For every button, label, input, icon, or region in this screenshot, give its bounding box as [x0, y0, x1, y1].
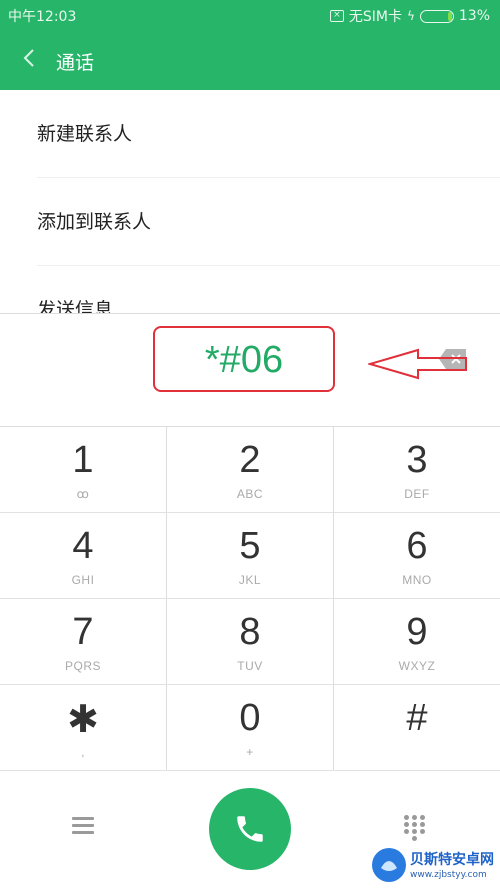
- key-digit: 0: [239, 697, 261, 739]
- charging-icon: ϟ: [406, 9, 415, 23]
- key-letters: DEF: [404, 487, 430, 501]
- key-5[interactable]: 5 JKL: [167, 513, 334, 598]
- contact-actions-list: 新建联系人 添加到联系人 发送信息: [0, 90, 500, 314]
- dial-display: *#06: [0, 313, 500, 426]
- watermark: 贝斯特安卓网 www.zjbstyy.com: [372, 848, 500, 886]
- key-digit: ✱: [67, 699, 99, 741]
- chevron-left-icon[interactable]: [22, 48, 36, 68]
- key-digit: 9: [406, 611, 428, 653]
- hamburger-menu-icon[interactable]: [72, 817, 94, 835]
- key-letters: JKL: [238, 573, 262, 587]
- keypad-row: 4 GHI 5 JKL 6 MNO: [0, 513, 500, 599]
- phone-icon: [237, 816, 263, 842]
- key-hash[interactable]: #: [334, 685, 500, 770]
- title-row: 通话: [0, 38, 500, 82]
- app-header: 中午12:03 × 无SIM卡 ϟ 13% 通话: [0, 0, 500, 90]
- key-digit: 7: [72, 611, 94, 653]
- key-letters: ABC: [236, 487, 264, 501]
- key-6[interactable]: 6 MNO: [334, 513, 500, 598]
- key-letters: TUV: [237, 659, 263, 673]
- call-button[interactable]: [209, 788, 291, 870]
- keypad-row: 7 PQRS 8 TUV 9 WXYZ: [0, 599, 500, 685]
- key-letters: MNO: [402, 573, 432, 587]
- key-letters: +: [246, 745, 254, 759]
- key-4[interactable]: 4 GHI: [0, 513, 167, 598]
- keypad-row: ✱ , 0 + #: [0, 685, 500, 771]
- page-title: 通话: [56, 52, 95, 74]
- dial-keypad: 1 ꝏ 2 ABC 3 DEF 4 GHI 5 JKL 6 MNO 7 PQRS: [0, 426, 500, 771]
- key-letters: WXYZ: [398, 659, 436, 673]
- key-1[interactable]: 1 ꝏ: [0, 427, 167, 512]
- key-letters: PQRS: [64, 659, 101, 673]
- watermark-name: 贝斯特安卓网: [410, 852, 494, 868]
- watermark-url: www.zjbstyy.com: [410, 870, 487, 880]
- key-digit: 6: [406, 525, 428, 567]
- shell-logo-icon: [372, 848, 406, 882]
- menu-item-add-to-contact[interactable]: 添加到联系人: [37, 178, 500, 266]
- key-digit: 1: [72, 439, 94, 481]
- annotation-arrow-icon: [368, 348, 467, 380]
- menu-item-send-message[interactable]: 发送信息: [37, 266, 500, 314]
- battery-icon: [419, 9, 454, 23]
- no-sim-icon: ×: [329, 10, 344, 22]
- battery-percent: 13%: [458, 8, 490, 24]
- key-digit: 3: [406, 439, 428, 481]
- status-bar: 中午12:03 × 无SIM卡 ϟ 13%: [0, 0, 500, 30]
- key-digit: 4: [72, 525, 94, 567]
- key-8[interactable]: 8 TUV: [167, 599, 334, 684]
- menu-item-new-contact[interactable]: 新建联系人: [37, 90, 500, 178]
- key-2[interactable]: 2 ABC: [167, 427, 334, 512]
- key-7[interactable]: 7 PQRS: [0, 599, 167, 684]
- key-digit: 8: [239, 611, 261, 653]
- key-digit: 5: [239, 525, 261, 567]
- dialpad-icon[interactable]: [404, 815, 428, 841]
- key-letters: ,: [81, 745, 85, 759]
- annotation-highlight-box: [153, 326, 335, 392]
- key-digit: 2: [239, 439, 261, 481]
- key-3[interactable]: 3 DEF: [334, 427, 500, 512]
- sim-status-text: 无SIM卡: [348, 9, 402, 25]
- status-time: 中午12:03: [8, 9, 77, 25]
- key-digit: #: [406, 697, 428, 739]
- voicemail-icon: ꝏ: [76, 487, 90, 501]
- keypad-row: 1 ꝏ 2 ABC 3 DEF: [0, 427, 500, 513]
- key-star[interactable]: ✱ ,: [0, 685, 167, 770]
- key-0[interactable]: 0 +: [167, 685, 334, 770]
- key-letters: GHI: [71, 573, 95, 587]
- status-indicators: × 无SIM卡 ϟ 13%: [329, 6, 490, 26]
- key-9[interactable]: 9 WXYZ: [334, 599, 500, 684]
